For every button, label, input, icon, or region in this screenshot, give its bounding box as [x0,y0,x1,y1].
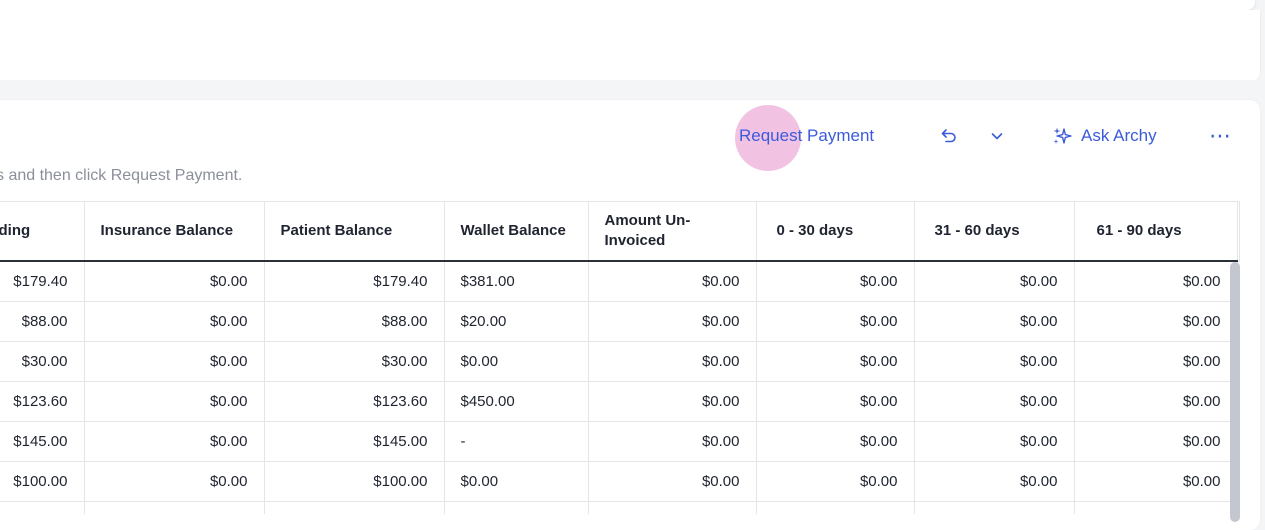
table-cell: $100.00 [0,461,85,502]
table-cell: $0.00 [84,301,265,342]
table-cell: $30.00 [0,341,85,382]
table-cell: $0.00 [84,261,265,302]
column-header[interactable]: tanding [0,201,85,262]
table-cell: $0.00 [914,461,1075,502]
table-cell [84,501,265,514]
table-cell: $0.00 [756,261,915,302]
table-cell: $88.00 [0,301,85,342]
column-header[interactable]: Wallet Balance [444,201,589,262]
column-header[interactable]: Insurance Balance [84,201,265,262]
table-row[interactable]: $30.00 $0.00 $30.00 $0.00 $0.00 $0.00 $0… [0,341,1238,382]
table-cell: $0.00 [1074,301,1238,342]
ask-archy-label: Ask Archy [1081,126,1157,145]
table-row[interactable]: $100.00 $0.00 $100.00 $0.00 $0.00 $0.00 … [0,461,1238,502]
top-card [0,0,1255,10]
column-header[interactable]: 0 - 30 days [756,201,915,262]
table-row[interactable]: $179.40 $0.00 $179.40 $381.00 $0.00 $0.0… [0,261,1238,302]
table-cell [264,501,445,514]
table-cell: $381.00 [444,261,589,302]
more-horizontal-icon: ⋯ [1209,123,1231,148]
table-row[interactable]: $145.00 $0.00 $145.00 - $0.00 $0.00 $0.0… [0,421,1238,462]
table-cell: $0.00 [588,341,757,382]
table-cell [1074,501,1238,514]
table-header-row: tanding Insurance Balance Patient Balanc… [0,201,1238,262]
filter-panel [0,10,1261,80]
table-cell: $0.00 [756,381,915,422]
table-cell: $0.00 [588,381,757,422]
table-cell: $30.00 [264,341,445,382]
table-cell: $0.00 [444,461,589,502]
column-header[interactable]: Patient Balance [264,201,445,262]
instruction-text: s and then click Request Payment. [0,167,243,184]
table-cell: - [444,421,589,462]
table-cell: $0.00 [1074,341,1238,382]
table-cell [444,501,589,514]
undo-icon [940,127,958,145]
table-cell: $0.00 [914,341,1075,382]
table-cell: $0.00 [84,461,265,502]
table-cell: $0.00 [588,421,757,462]
table-cell: $88.00 [264,301,445,342]
table-cell: $0.00 [756,301,915,342]
table-cell: $0.00 [914,381,1075,422]
table-cell: $145.00 [264,421,445,462]
table-cell: $0.00 [444,341,589,382]
table-cell: $123.60 [264,381,445,422]
table-cell: $0.00 [756,461,915,502]
undo-button[interactable] [940,124,958,148]
table-cell: $20.00 [444,301,589,342]
column-header[interactable]: Amount Un-Invoiced [588,201,757,262]
more-options-button[interactable]: ⋯ [1209,123,1231,148]
table-cell: $0.00 [588,461,757,502]
table-cell: $0.00 [914,421,1075,462]
request-payment-button[interactable]: Request Payment [739,124,874,148]
column-header[interactable]: 61 - 90 days [1074,201,1238,262]
balances-table-container: tanding Insurance Balance Patient Balanc… [0,201,1240,514]
table-cell [914,501,1075,514]
table-cell [756,501,915,514]
table-cell: $100.00 [264,461,445,502]
ask-archy-button[interactable]: Ask Archy [1052,124,1157,148]
table-row[interactable]: $123.60 $0.00 $123.60 $450.00 $0.00 $0.0… [0,381,1238,422]
table-cell: $0.00 [1074,261,1238,302]
table-cell: $0.00 [756,341,915,382]
table-cell: $0.00 [914,301,1075,342]
undo-dropdown-button[interactable] [989,124,1005,148]
table-cell: $0.00 [84,341,265,382]
table-cell: $0.00 [756,421,915,462]
sparkle-icon [1052,126,1072,146]
balances-table: tanding Insurance Balance Patient Balanc… [0,201,1238,514]
table-cell: $0.00 [1074,421,1238,462]
table-cell: $0.00 [1074,461,1238,502]
table-cell: $0.00 [588,261,757,302]
table-cell: $0.00 [84,421,265,462]
request-payment-label: Request Payment [739,126,875,145]
chevron-down-icon [989,128,1005,144]
table-cell: $450.00 [444,381,589,422]
table-cell: $0.00 [84,381,265,422]
table-row[interactable] [0,501,1238,514]
table-cell: $145.00 [0,421,85,462]
table-scrollbar[interactable] [1230,262,1240,522]
table-cell [0,501,85,514]
table-cell: $179.40 [264,261,445,302]
table-cell: $123.60 [0,381,85,422]
column-header[interactable]: 31 - 60 days [914,201,1075,262]
table-row[interactable]: $88.00 $0.00 $88.00 $20.00 $0.00 $0.00 $… [0,301,1238,342]
table-cell: $0.00 [914,261,1075,302]
table-cell [588,501,757,514]
table-cell: $0.00 [588,301,757,342]
table-cell: $179.40 [0,261,85,302]
table-cell: $0.00 [1074,381,1238,422]
